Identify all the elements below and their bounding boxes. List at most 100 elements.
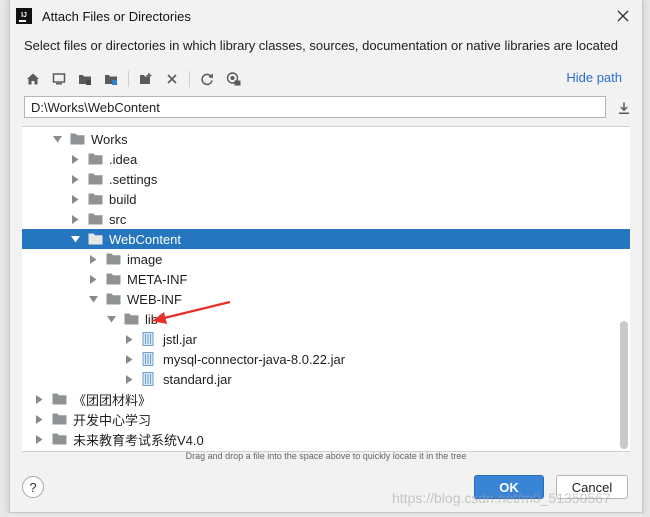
file-tree[interactable]: Works .idea .settings build src WebContent ima… [22,126,630,452]
toolbar-separator [128,71,129,87]
folder-icon [88,153,104,166]
tree-row[interactable]: build [22,189,630,209]
tree-row[interactable]: .idea [22,149,630,169]
tree-row[interactable]: 未来教育考试系统V4.0 [22,429,630,449]
chevron-right-icon[interactable] [124,374,134,384]
new-folder-button[interactable] [135,68,157,90]
folder-icon [88,233,104,246]
chevron-right-icon[interactable] [34,394,44,404]
toolbar-separator [189,71,190,87]
tree-row-label: WebContent [109,231,182,247]
module-folder-icon [105,75,117,85]
desktop-button[interactable] [48,68,70,90]
folder-icon [88,213,104,226]
tree-row-label: .idea [109,151,138,167]
folder-icon [106,253,122,266]
tree-row-label: .settings [109,171,158,187]
chevron-right-icon[interactable] [70,214,80,224]
tree-row-label: META-INF [127,271,188,287]
tree-row[interactable]: WEB-INF [22,289,630,309]
tree-row[interactable]: 开发中心学习 [22,409,630,429]
folder-icon [124,313,140,326]
desktop-icon [52,73,66,85]
hide-path-link[interactable]: Hide path [566,70,622,85]
path-row [24,96,634,120]
chevron-down-icon[interactable] [88,294,98,304]
folder-icon [70,133,86,146]
folder-icon [52,433,68,446]
ok-button[interactable]: OK [474,475,544,499]
tree-row[interactable]: image [22,249,630,269]
chevron-down-icon[interactable] [106,314,116,324]
jar-file-icon [142,332,158,346]
jar-file-icon [142,372,158,386]
tree-row-label: 《团团材料》 [73,392,152,408]
download-path-button[interactable] [614,98,634,118]
project-button[interactable] [74,68,96,90]
tree-row-label: src [109,211,127,227]
chevron-right-icon[interactable] [70,174,80,184]
tree-row-label: image [127,251,163,267]
intellij-app-icon: IJ [16,8,32,24]
chevron-down-icon[interactable] [70,234,80,244]
folder-icon [52,413,68,426]
path-input[interactable] [24,96,606,118]
cancel-button[interactable]: Cancel [556,475,628,499]
tree-row[interactable]: META-INF [22,269,630,289]
chevron-right-icon[interactable] [124,354,134,364]
tree-row[interactable]: .settings [22,169,630,189]
tree-row-label: standard.jar [163,371,232,387]
chevron-right-icon[interactable] [34,414,44,424]
toolbar: Hide path [22,66,632,92]
folder-icon [88,173,104,186]
tree-row[interactable]: Works [22,129,630,149]
tree-row-label: build [109,191,137,207]
project-folder-icon [79,75,91,85]
attach-files-dialog: IJ Attach Files or Directories Select fi… [9,0,643,513]
background-strip-left [0,0,9,517]
folder-icon [88,193,104,206]
window-title: Attach Files or Directories [42,8,191,24]
background-strip-right [642,0,650,517]
chevron-right-icon[interactable] [70,194,80,204]
chevron-right-icon[interactable] [88,274,98,284]
tree-row[interactable]: jstl.jar [22,329,630,349]
delete-x-icon [167,74,177,84]
delete-button[interactable] [161,68,183,90]
dialog-description: Select files or directories in which lib… [24,38,618,53]
chevron-right-icon[interactable] [124,334,134,344]
chevron-right-icon[interactable] [34,434,44,444]
refresh-button[interactable] [196,68,218,90]
folder-icon [52,393,68,406]
tree-row-label: 未来教育考试系统V4.0 [73,432,204,448]
tree-row-label: Works [91,131,128,147]
tree-row[interactable]: src [22,209,630,229]
refresh-icon [201,73,214,86]
chevron-right-icon[interactable] [88,254,98,264]
home-icon [27,73,39,85]
tree-row-label: mysql-connector-java-8.0.22.jar [163,351,346,367]
chevron-right-icon[interactable] [70,154,80,164]
tree-row[interactable]: 《团团材料》 [22,389,630,409]
title-bar: IJ Attach Files or Directories [10,0,642,32]
tree-row-label: jstl.jar [163,331,197,347]
tree-row-label: WEB-INF [127,291,182,307]
jar-file-icon [142,352,158,366]
tree-row-label: lib [145,311,159,327]
tree-row[interactable]: WebContent [22,229,630,249]
home-button[interactable] [22,68,44,90]
chevron-down-icon[interactable] [52,134,62,144]
new-folder-icon [140,73,152,84]
help-button[interactable]: ? [22,476,44,498]
folder-icon [106,293,122,306]
show-hidden-button[interactable] [222,68,244,90]
module-button[interactable] [100,68,122,90]
tree-row[interactable]: standard.jar [22,369,630,389]
folder-icon [106,273,122,286]
drag-drop-hint: Drag and drop a file into the space abov… [185,451,467,461]
close-button[interactable] [612,5,634,27]
close-icon [617,10,629,22]
tree-row[interactable]: mysql-connector-java-8.0.22.jar [22,349,630,369]
tree-row-label: 开发中心学习 [73,412,152,428]
tree-row[interactable]: lib [22,309,630,329]
